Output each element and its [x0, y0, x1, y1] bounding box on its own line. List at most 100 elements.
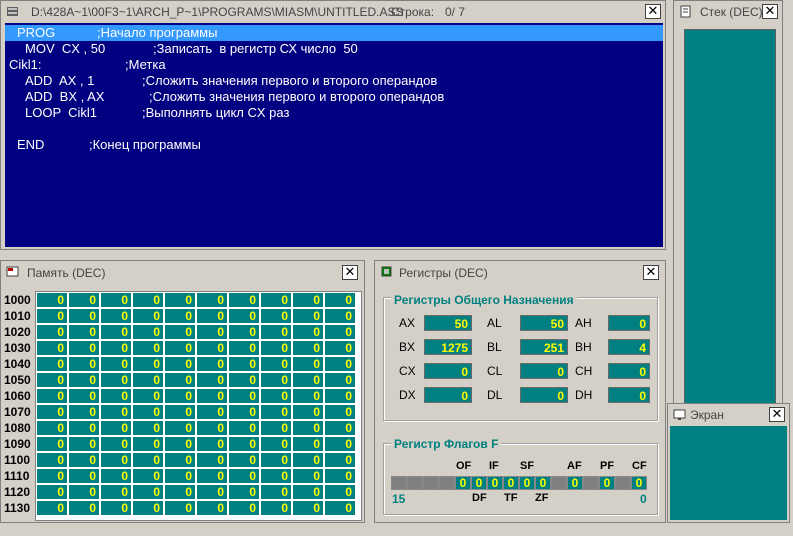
memory-cell[interactable]: 0 — [325, 325, 355, 339]
memory-cell[interactable]: 0 — [69, 325, 99, 339]
memory-cell[interactable]: 0 — [69, 389, 99, 403]
memory-cell[interactable]: 0 — [165, 485, 195, 499]
memory-cell[interactable]: 0 — [165, 437, 195, 451]
code-line[interactable]: PROG ;Начало программы — [5, 25, 663, 41]
memory-cell[interactable]: 0 — [37, 309, 67, 323]
memory-cell[interactable]: 0 — [229, 357, 259, 371]
memory-cell[interactable]: 0 — [229, 309, 259, 323]
register-value[interactable]: 0 — [520, 363, 568, 379]
memory-cell[interactable]: 0 — [229, 293, 259, 307]
memory-cell[interactable]: 0 — [133, 357, 163, 371]
memory-cell[interactable]: 0 — [133, 405, 163, 419]
memory-cell[interactable]: 0 — [165, 405, 195, 419]
memory-cell[interactable]: 0 — [69, 437, 99, 451]
memory-cell[interactable]: 0 — [325, 357, 355, 371]
memory-cell[interactable]: 0 — [69, 405, 99, 419]
memory-cell[interactable]: 0 — [293, 357, 323, 371]
editor-titlebar[interactable]: D:\428A~1\00F3~1\ARCH_P~1\PROGRAMS\MIASM… — [3, 3, 663, 21]
code-line[interactable]: MOV CX , 50 ;Записать в регистр СХ число … — [5, 41, 663, 57]
memory-cell[interactable]: 0 — [325, 293, 355, 307]
memory-cell[interactable]: 0 — [229, 421, 259, 435]
screen-close-button[interactable]: ✕ — [769, 407, 785, 422]
code-editor[interactable]: PROG ;Начало программы MOV CX , 50 ;Записат… — [5, 23, 663, 247]
memory-cell[interactable]: 0 — [325, 309, 355, 323]
memory-cell[interactable]: 0 — [165, 453, 195, 467]
code-line[interactable]: LOOP Cikl1 ;Выполнять цикл CX раз — [5, 105, 663, 121]
memory-cell[interactable]: 0 — [37, 357, 67, 371]
memory-cell[interactable]: 0 — [101, 293, 131, 307]
memory-cell[interactable]: 0 — [261, 405, 291, 419]
memory-cell[interactable]: 0 — [229, 485, 259, 499]
memory-cell[interactable]: 0 — [133, 501, 163, 515]
memory-cell[interactable]: 0 — [37, 389, 67, 403]
memory-cell[interactable]: 0 — [133, 309, 163, 323]
memory-cell[interactable]: 0 — [197, 453, 227, 467]
memory-cell[interactable]: 0 — [261, 293, 291, 307]
memory-cell[interactable]: 0 — [293, 469, 323, 483]
register-value[interactable]: 0 — [424, 387, 472, 403]
screen-titlebar[interactable]: Экран ✕ — [670, 406, 787, 424]
memory-cell[interactable]: 0 — [69, 453, 99, 467]
memory-cell[interactable]: 0 — [197, 405, 227, 419]
memory-cell[interactable]: 0 — [261, 357, 291, 371]
memory-cell[interactable]: 0 — [101, 309, 131, 323]
memory-cell[interactable]: 0 — [293, 421, 323, 435]
memory-cell[interactable]: 0 — [165, 421, 195, 435]
memory-cell[interactable]: 0 — [37, 421, 67, 435]
memory-cell[interactable]: 0 — [229, 373, 259, 387]
memory-cell[interactable]: 0 — [37, 341, 67, 355]
register-value[interactable]: 1275 — [424, 339, 472, 355]
memory-cell[interactable]: 0 — [69, 309, 99, 323]
memory-cell[interactable]: 0 — [69, 357, 99, 371]
memory-cell[interactable]: 0 — [69, 485, 99, 499]
memory-cell[interactable]: 0 — [325, 373, 355, 387]
memory-cell[interactable]: 0 — [293, 325, 323, 339]
memory-cell[interactable]: 0 — [37, 437, 67, 451]
memory-cell[interactable]: 0 — [197, 485, 227, 499]
memory-cell[interactable]: 0 — [229, 469, 259, 483]
memory-cell[interactable]: 0 — [165, 341, 195, 355]
code-line[interactable]: ADD AX , 1 ;Сложить значения первого и вт… — [5, 73, 663, 89]
memory-cell[interactable]: 0 — [69, 373, 99, 387]
registers-titlebar[interactable]: Регистры (DEC) ✕ — [377, 263, 663, 281]
memory-cell[interactable]: 0 — [197, 437, 227, 451]
memory-cell[interactable]: 0 — [101, 437, 131, 451]
memory-cell[interactable]: 0 — [293, 389, 323, 403]
memory-cell[interactable]: 0 — [165, 293, 195, 307]
memory-cell[interactable]: 0 — [261, 389, 291, 403]
memory-cell[interactable]: 0 — [229, 325, 259, 339]
memory-cell[interactable]: 0 — [37, 453, 67, 467]
memory-cell[interactable]: 0 — [101, 357, 131, 371]
memory-cell[interactable]: 0 — [197, 341, 227, 355]
memory-cell[interactable]: 0 — [101, 405, 131, 419]
memory-cell[interactable]: 0 — [261, 421, 291, 435]
registers-close-button[interactable]: ✕ — [643, 265, 659, 280]
code-line[interactable]: Cikl1: ;Метка — [5, 57, 663, 73]
memory-cell[interactable]: 0 — [229, 389, 259, 403]
memory-cell[interactable]: 0 — [101, 469, 131, 483]
editor-close-button[interactable]: ✕ — [645, 4, 661, 19]
register-value[interactable]: 4 — [608, 339, 650, 355]
memory-cell[interactable]: 0 — [165, 373, 195, 387]
memory-cell[interactable]: 0 — [293, 453, 323, 467]
memory-cell[interactable]: 0 — [325, 469, 355, 483]
memory-cell[interactable]: 0 — [37, 469, 67, 483]
memory-cell[interactable]: 0 — [37, 325, 67, 339]
memory-cell[interactable]: 0 — [261, 325, 291, 339]
memory-cell[interactable]: 0 — [69, 469, 99, 483]
memory-cell[interactable]: 0 — [37, 373, 67, 387]
memory-cell[interactable]: 0 — [325, 341, 355, 355]
memory-cell[interactable]: 0 — [37, 293, 67, 307]
memory-cell[interactable]: 0 — [165, 325, 195, 339]
memory-cell[interactable]: 0 — [261, 373, 291, 387]
memory-cell[interactable]: 0 — [197, 325, 227, 339]
register-value[interactable]: 0 — [608, 315, 650, 331]
memory-cell[interactable]: 0 — [69, 501, 99, 515]
memory-cell[interactable]: 0 — [293, 485, 323, 499]
memory-cell[interactable]: 0 — [69, 421, 99, 435]
memory-cell[interactable]: 0 — [165, 469, 195, 483]
memory-cell[interactable]: 0 — [101, 501, 131, 515]
code-line[interactable]: END ;Конец программы — [5, 137, 663, 153]
memory-cell[interactable]: 0 — [229, 501, 259, 515]
memory-cell[interactable]: 0 — [293, 501, 323, 515]
